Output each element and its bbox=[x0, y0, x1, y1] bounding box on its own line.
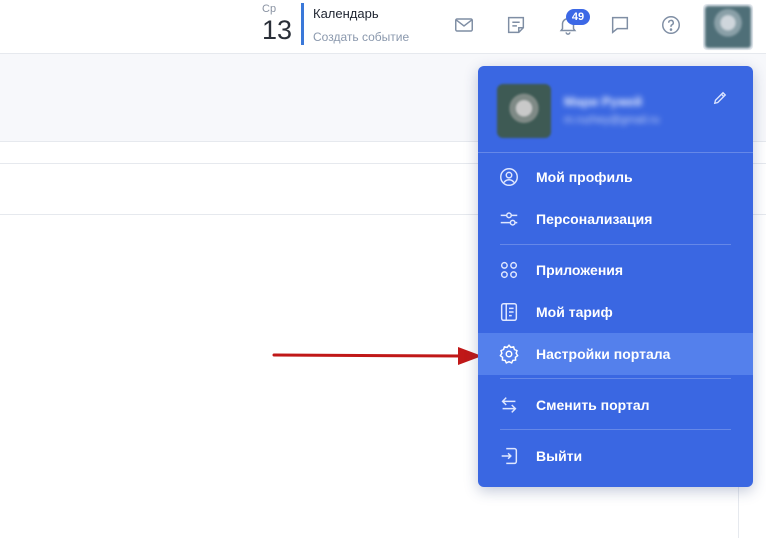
menu-item-apps[interactable]: Приложения bbox=[478, 249, 753, 291]
menu-item-label: Сменить портал bbox=[536, 397, 650, 413]
mail-icon[interactable] bbox=[451, 12, 477, 38]
help-icon[interactable] bbox=[658, 12, 684, 38]
logout-icon bbox=[498, 445, 520, 467]
menu-item-label: Приложения bbox=[536, 262, 624, 278]
menu-item-switch-portal[interactable]: Сменить портал bbox=[478, 384, 753, 426]
top-bar: Ср 13 Календарь Создать событие 49 bbox=[0, 0, 766, 54]
user-email: m.ruzhey@gmail.ru bbox=[564, 114, 660, 126]
divider bbox=[738, 487, 739, 538]
user-name: Мари Ружей bbox=[564, 94, 643, 109]
edit-pencil-icon[interactable] bbox=[711, 89, 729, 107]
user-menu: Мари Ружей m.ruzhey@gmail.ru Мой профиль… bbox=[478, 66, 753, 487]
tariff-icon bbox=[498, 301, 520, 323]
date-day: 13 bbox=[262, 15, 293, 45]
menu-divider bbox=[500, 429, 731, 430]
create-event-link[interactable]: Создать событие bbox=[313, 30, 409, 44]
apps-icon bbox=[498, 259, 520, 281]
user-avatar-button[interactable] bbox=[703, 4, 753, 50]
tasks-icon[interactable] bbox=[503, 12, 529, 38]
profile-icon bbox=[498, 166, 520, 188]
menu-item-tariff[interactable]: Мой тариф bbox=[478, 291, 753, 333]
chat-icon[interactable] bbox=[607, 12, 633, 38]
calendar-link[interactable]: Календарь bbox=[313, 6, 379, 21]
menu-divider bbox=[478, 152, 753, 153]
swap-icon bbox=[498, 394, 520, 416]
sliders-icon bbox=[498, 208, 520, 230]
gear-icon bbox=[498, 343, 520, 365]
annotation-arrow bbox=[272, 347, 482, 365]
menu-item-label: Мой профиль bbox=[536, 169, 633, 185]
date-weekday: Ср bbox=[262, 3, 277, 15]
menu-item-label: Персонализация bbox=[536, 211, 653, 227]
menu-item-personalization[interactable]: Персонализация bbox=[478, 198, 753, 240]
menu-avatar bbox=[497, 84, 551, 138]
menu-item-profile[interactable]: Мой профиль bbox=[478, 156, 753, 198]
avatar bbox=[705, 6, 751, 48]
menu-item-label: Выйти bbox=[536, 448, 583, 464]
notifications-badge: 49 bbox=[566, 9, 590, 25]
menu-item-label: Мой тариф bbox=[536, 304, 613, 320]
date-divider bbox=[301, 3, 304, 45]
menu-item-portal-settings[interactable]: Настройки портала bbox=[478, 333, 753, 375]
menu-divider bbox=[500, 378, 731, 379]
menu-item-logout[interactable]: Выйти bbox=[478, 435, 753, 477]
menu-divider bbox=[500, 244, 731, 245]
menu-item-label: Настройки портала bbox=[536, 346, 671, 362]
calendar-date[interactable]: Ср 13 bbox=[262, 3, 296, 45]
